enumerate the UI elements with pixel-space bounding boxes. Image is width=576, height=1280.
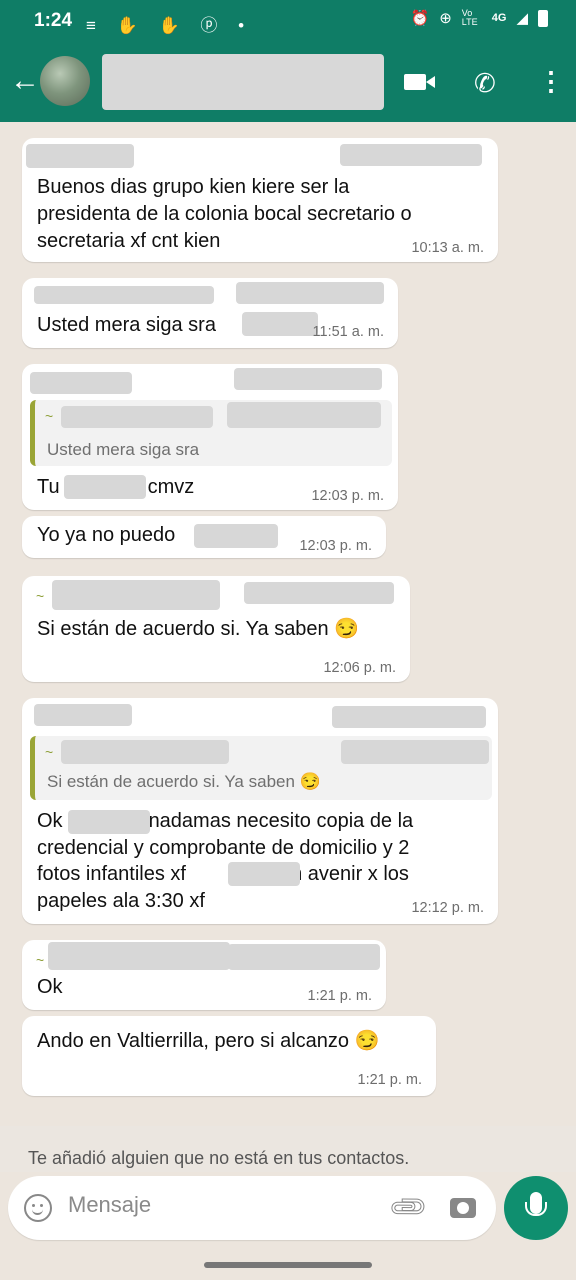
message-input[interactable]	[68, 1192, 368, 1218]
quoted-phone-redacted	[227, 402, 381, 428]
phone-icon[interactable]: ✆	[474, 68, 496, 99]
sender-name-redacted	[34, 704, 132, 726]
message-text: Ok	[37, 976, 63, 998]
microphone-icon	[525, 1192, 547, 1216]
sender-phone-redacted	[234, 368, 382, 390]
message-time: 12:12 p. m.	[411, 900, 484, 916]
quote-tilde: ~	[45, 408, 54, 424]
mention-redacted	[68, 810, 150, 834]
message-composer: 📎︎	[0, 1172, 576, 1248]
sender-name-redacted	[30, 372, 132, 394]
more-vertical-icon[interactable]: ⋮	[538, 68, 564, 94]
sender-phone-redacted	[332, 706, 486, 728]
quoted-message[interactable]: ~ Usted mera siga sra	[30, 400, 392, 466]
sender-tilde: ~	[36, 952, 45, 968]
message-text: Ando en Valtierrilla, pero si alcanzo 😏	[37, 1030, 380, 1052]
mention-redacted	[194, 524, 278, 548]
message-time: 1:21 p. m.	[307, 988, 372, 1004]
status-time: 1:24	[34, 10, 73, 31]
voice-record-button[interactable]	[504, 1176, 568, 1240]
paperclip-icon[interactable]: 📎︎	[386, 1185, 431, 1230]
quoted-text: Si están de acuerdo si. Ya saben 😏	[47, 772, 321, 791]
status-icons: ⏰ ⊕ Vo LTE 4G ◢	[410, 8, 548, 27]
message-text: Yo ya no puedo	[37, 524, 176, 546]
alarm-icon: ⏰	[410, 10, 430, 27]
camera-icon[interactable]	[450, 1198, 476, 1218]
sender-name-redacted	[34, 286, 214, 304]
quoted-sender-redacted	[61, 740, 229, 764]
quoted-message[interactable]: ~ Si están de acuerdo si. Ya saben 😏	[30, 736, 492, 800]
unknown-contact-notice: Te añadió alguien que no está en tus con…	[0, 1126, 576, 1172]
message-bubble[interactable]: ~ Ok 1:21 p. m.	[22, 940, 386, 1010]
quoted-sender-redacted	[61, 406, 213, 428]
message-time: 12:03 p. m.	[311, 488, 384, 504]
sender-phone-redacted	[228, 944, 380, 970]
quoted-phone-redacted	[341, 740, 489, 764]
message-bubble[interactable]: ~ Usted mera siga sra Tu cmvz 12:03 p. m.	[22, 364, 398, 510]
status-bar: 1:24 ≡ ✋ ✋ ⓟ • ⏰ ⊕ Vo LTE 4G ◢	[0, 0, 576, 44]
sender-tilde: ~	[36, 588, 45, 604]
volte-icon: Vo LTE	[461, 8, 478, 27]
chat-title-redacted[interactable]	[102, 54, 384, 110]
message-bubble[interactable]: Ando en Valtierrilla, pero si alcanzo 😏 …	[22, 1016, 436, 1096]
battery-icon	[538, 9, 548, 27]
group-avatar[interactable]	[40, 56, 90, 106]
message-bubble[interactable]: Buenos dias grupo kien kiere ser la pres…	[22, 138, 498, 262]
message-list[interactable]: Buenos dias grupo kien kiere ser la pres…	[0, 122, 576, 1126]
signal-icon: ◢	[516, 10, 528, 27]
mention-redacted	[228, 862, 300, 886]
message-input-container[interactable]: 📎︎	[8, 1176, 496, 1240]
home-gesture-handle[interactable]	[204, 1262, 372, 1268]
notice-text: Te añadió alguien que no está en tus con…	[28, 1148, 410, 1168]
system-nav-bar	[0, 1248, 576, 1280]
video-camera-icon[interactable]	[404, 74, 435, 90]
mention-redacted	[64, 475, 146, 499]
message-text: Si están de acuerdo si. Ya saben 😏	[37, 618, 360, 640]
quote-tilde: ~	[45, 744, 54, 760]
message-bubble[interactable]: Usted mera siga sra 11:51 a. m.	[22, 278, 398, 348]
message-time: 12:06 p. m.	[323, 660, 396, 676]
sender-name-redacted	[26, 144, 134, 168]
sender-phone-redacted	[340, 144, 482, 166]
quoted-text: Usted mera siga sra	[47, 440, 200, 459]
data-saver-icon: ⊕	[439, 10, 452, 27]
sender-name-redacted	[48, 942, 230, 970]
sender-name-redacted	[52, 580, 220, 610]
message-bubble[interactable]: Yo ya no puedo 12:03 p. m.	[22, 516, 386, 558]
message-text: Buenos dias grupo kien kiere ser la pres…	[37, 176, 412, 252]
emoji-icon[interactable]	[24, 1194, 52, 1222]
message-time: 1:21 p. m.	[357, 1072, 422, 1088]
message-time: 10:13 a. m.	[411, 240, 484, 256]
sender-phone-redacted	[244, 582, 394, 604]
notification-icons: ≡ ✋ ✋ ⓟ •	[86, 16, 253, 35]
sender-phone-redacted	[236, 282, 384, 304]
mention-redacted	[242, 312, 318, 336]
network-type: 4G	[491, 12, 507, 24]
chat-header: ← ✆ ⋮	[0, 44, 576, 122]
message-bubble[interactable]: ~ Si están de acuerdo si. Ya saben 😏 12:…	[22, 576, 410, 682]
message-time: 12:03 p. m.	[299, 538, 372, 554]
message-bubble[interactable]: ~ Si están de acuerdo si. Ya saben 😏 Ok n…	[22, 698, 498, 924]
message-text: Usted mera siga sra	[37, 314, 216, 336]
message-time: 11:51 a. m.	[312, 324, 384, 340]
arrow-left-icon[interactable]: ←	[10, 66, 40, 96]
